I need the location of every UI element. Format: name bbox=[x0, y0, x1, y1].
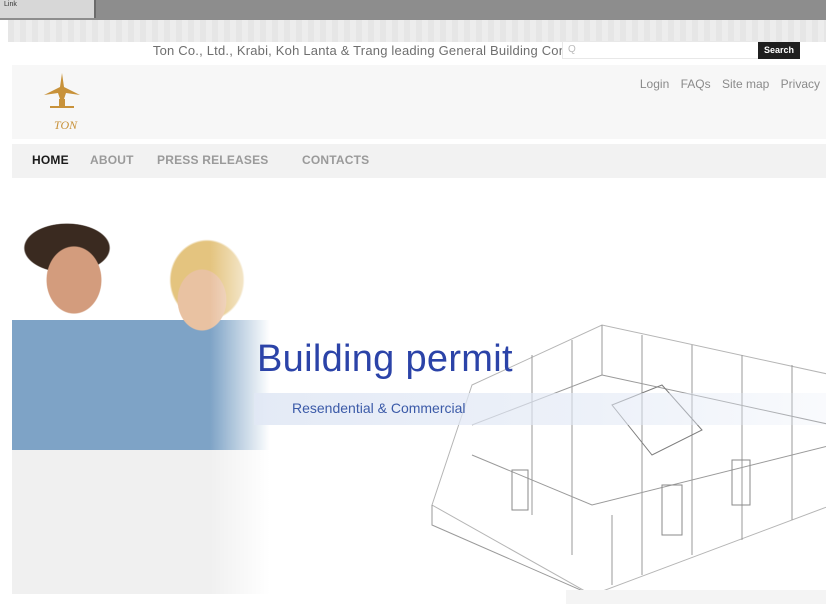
login-link[interactable]: Login bbox=[640, 77, 669, 91]
nav-item-about[interactable]: ABOUT bbox=[90, 153, 134, 167]
nav-item-contacts[interactable]: CONTACTS bbox=[302, 153, 369, 167]
nav-item-home[interactable]: HOME bbox=[32, 153, 69, 167]
site-logo[interactable]: TON bbox=[38, 73, 88, 132]
browser-tab[interactable]: Link bbox=[0, 0, 96, 18]
decorative-strip bbox=[8, 20, 826, 42]
footer-peek bbox=[566, 590, 826, 604]
search-icon: Q bbox=[568, 44, 576, 55]
site-header: TON Login FAQs Site map Privacy bbox=[12, 65, 826, 139]
logo-text: TON bbox=[54, 118, 78, 132]
main-nav: HOME ABOUT PRESS RELEASES CONTACTS bbox=[12, 144, 826, 178]
hero-subtitle: Resendential & Commercial bbox=[292, 400, 466, 416]
nav-item-press-releases[interactable]: PRESS RELEASES bbox=[157, 153, 269, 167]
browser-top-bar: Link bbox=[0, 0, 826, 20]
hero-title: Building permit bbox=[257, 338, 513, 380]
faqs-link[interactable]: FAQs bbox=[681, 77, 711, 91]
temple-roof-icon bbox=[44, 73, 80, 108]
utility-links: Login FAQs Site map Privacy bbox=[632, 77, 820, 91]
privacy-link[interactable]: Privacy bbox=[781, 77, 820, 91]
search-input[interactable]: Q bbox=[562, 41, 770, 59]
hero-photo-couple bbox=[12, 210, 270, 594]
hero-banner[interactable]: Building permit Resendential & Commercia… bbox=[12, 210, 826, 594]
site-map-link[interactable]: Site map bbox=[722, 77, 769, 91]
search-button[interactable]: Search bbox=[758, 42, 800, 59]
